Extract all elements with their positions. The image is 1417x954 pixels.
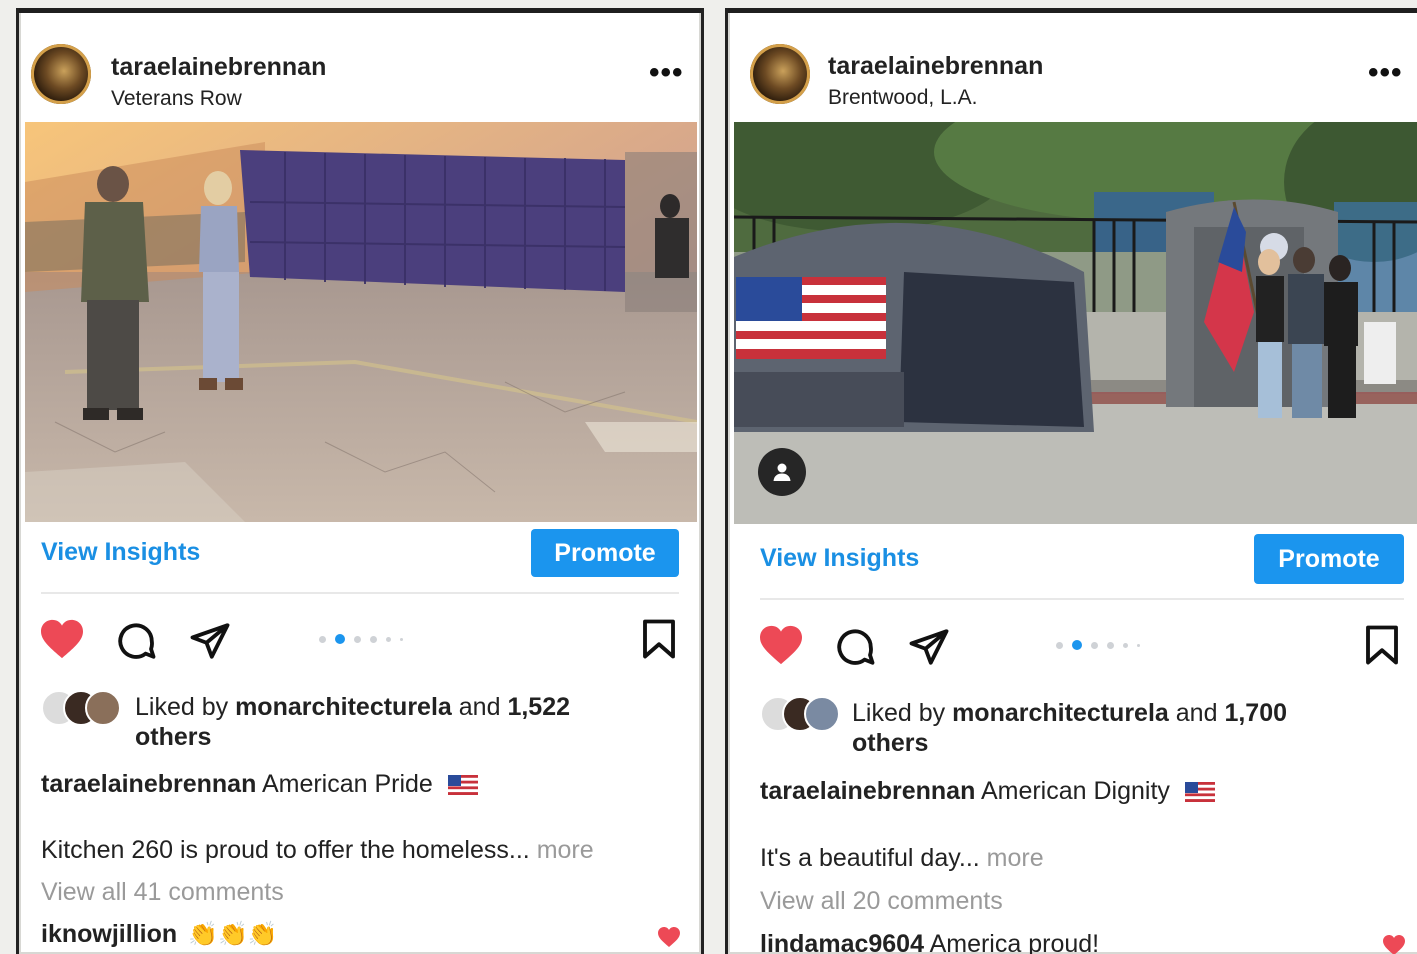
view-insights-link[interactable]: View Insights (41, 538, 200, 567)
post-card: taraelainebrennan Brentwood, L.A. ••• Vi… (725, 8, 1417, 954)
avatar (85, 690, 121, 726)
post-image[interactable] (734, 122, 1417, 524)
caption-text: American Dignity (980, 777, 1170, 805)
us-flag-icon (1184, 782, 1215, 803)
comment-like-heart-icon[interactable] (657, 926, 681, 948)
comment-username[interactable]: iknowjillion (41, 920, 177, 948)
caption-username[interactable]: taraelainebrennan (760, 777, 975, 805)
frame-border (728, 8, 1417, 13)
carousel-indicator (1056, 640, 1140, 650)
post-location[interactable]: Brentwood, L.A. (828, 86, 977, 110)
likes-summary[interactable]: Liked by monarchitecturela and 1,522 oth… (135, 692, 655, 752)
post-body-text: It's a beautiful day... (760, 844, 980, 872)
like-count[interactable]: 1,700 (1224, 699, 1287, 727)
liked-by-prefix: Liked by (852, 699, 946, 727)
view-comments-link[interactable]: View all 20 comments (760, 887, 1003, 916)
carousel-dot (400, 637, 403, 641)
us-flag-icon (447, 775, 478, 796)
frame-border (19, 8, 701, 13)
comment-icon[interactable] (115, 620, 157, 662)
likes-summary[interactable]: Liked by monarchitecturela and 1,700 oth… (852, 698, 1392, 758)
liked-by-user[interactable]: monarchitecturela (235, 693, 452, 721)
carousel-dot-active (1072, 640, 1082, 650)
post-username[interactable]: taraelainebrennan (111, 53, 326, 82)
tagged-people-button[interactable] (758, 448, 806, 496)
divider (760, 598, 1404, 600)
heart-icon[interactable] (39, 618, 85, 660)
more-link[interactable]: more (537, 836, 594, 864)
carousel-dot (1091, 641, 1098, 649)
liked-by-user[interactable]: monarchitecturela (952, 699, 1169, 727)
share-icon[interactable] (189, 620, 231, 662)
post-body-text: Kitchen 260 is proud to offer the homele… (41, 836, 530, 864)
carousel-dot-active (335, 634, 345, 644)
caption-text: American Pride (261, 770, 433, 798)
post-username[interactable]: taraelainebrennan (828, 52, 1043, 81)
comment-icon[interactable] (834, 626, 876, 668)
comment-like-heart-icon[interactable] (1382, 934, 1406, 954)
carousel-dot (1107, 641, 1114, 649)
post-caption: taraelainebrennan American Pride (41, 770, 478, 799)
post-caption: taraelainebrennan American Dignity (760, 777, 1215, 806)
comment-text: 👏👏👏 (188, 921, 278, 948)
post-card: taraelainebrennan Veterans Row ••• View … (16, 8, 704, 954)
liked-by-prefix: Liked by (135, 693, 229, 721)
avatar[interactable] (750, 44, 810, 104)
carousel-dot (319, 635, 326, 643)
carousel-dot (354, 635, 361, 643)
comment-username[interactable]: lindamac9604 (760, 930, 924, 954)
carousel-dot (1056, 641, 1063, 649)
carousel-dot (370, 635, 377, 643)
avatar (804, 696, 840, 732)
heart-icon[interactable] (758, 624, 804, 666)
share-icon[interactable] (908, 626, 950, 668)
liked-by-and: and (458, 693, 501, 721)
view-comments-link[interactable]: View all 41 comments (41, 878, 284, 907)
divider (41, 592, 679, 594)
more-horizontal-icon[interactable]: ••• (649, 56, 684, 90)
liked-by-and: and (1175, 699, 1218, 727)
liked-by-suffix[interactable]: others (852, 729, 928, 757)
promote-button[interactable]: Promote (531, 529, 679, 577)
comment: iknowjillion 👏👏👏 (41, 920, 278, 949)
like-count[interactable]: 1,522 (507, 693, 570, 721)
bookmark-icon[interactable] (1364, 624, 1400, 666)
carousel-dot (1137, 643, 1140, 647)
post-body: It's a beautiful day... more (760, 844, 1044, 873)
view-insights-link[interactable]: View Insights (760, 544, 919, 573)
liked-by-suffix[interactable]: others (135, 723, 211, 751)
post-image[interactable] (25, 122, 697, 522)
liked-by-avatars[interactable] (41, 690, 127, 726)
more-link[interactable]: more (987, 844, 1044, 872)
carousel-indicator (319, 634, 403, 644)
carousel-dot (1123, 642, 1128, 648)
more-horizontal-icon[interactable]: ••• (1368, 56, 1403, 90)
person-icon (773, 463, 791, 481)
liked-by-avatars[interactable] (760, 696, 846, 732)
post-location[interactable]: Veterans Row (111, 87, 242, 111)
post-body: Kitchen 260 is proud to offer the homele… (41, 836, 594, 865)
bookmark-icon[interactable] (641, 618, 677, 660)
carousel-dot (386, 636, 391, 642)
avatar[interactable] (31, 44, 91, 104)
promote-button[interactable]: Promote (1254, 534, 1404, 584)
comment-text: America proud! (929, 930, 1100, 954)
caption-username[interactable]: taraelainebrennan (41, 770, 256, 798)
comment: lindamac9604 America proud! (760, 930, 1099, 954)
